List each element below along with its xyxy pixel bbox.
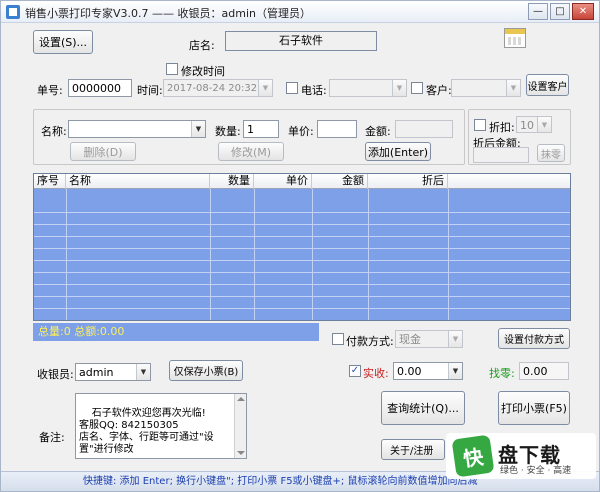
close-button[interactable]: ✕ xyxy=(572,3,594,20)
paid-label: 实收: xyxy=(363,367,389,380)
paid-checkbox[interactable]: ✓ xyxy=(349,365,361,377)
pay-method-select: 现金 ▼ xyxy=(395,330,463,348)
item-name-combo[interactable]: ▼ xyxy=(68,120,206,138)
table-row[interactable] xyxy=(34,297,570,309)
item-name-label: 名称: xyxy=(41,125,67,138)
window-title: 销售小票打印专家V3.0.7 —— 收银员：admin（管理员） xyxy=(25,7,311,20)
pay-method-label: 付款方式: xyxy=(346,335,394,348)
set-pay-method-button[interactable]: 设置付款方式 xyxy=(498,328,570,349)
modify-time-checkbox[interactable] xyxy=(166,63,178,75)
about-register-button[interactable]: 关于/注册 xyxy=(381,439,445,460)
paid-input[interactable]: 0.00 ▼ xyxy=(393,362,463,380)
qty-input[interactable]: 1 xyxy=(243,120,279,138)
watermark-subtitle: 绿色 · 安全 · 高速 xyxy=(500,466,572,476)
modify-button[interactable]: 修改(M) xyxy=(218,142,284,161)
time-label: 时间: xyxy=(137,84,163,97)
pay-method-checkbox[interactable] xyxy=(332,333,344,345)
customer-select: ▼ xyxy=(451,79,521,97)
items-table[interactable]: 序号 名称 数量 单价 金额 折后 xyxy=(33,173,571,321)
column-header-name[interactable]: 名称 xyxy=(66,174,210,189)
minimize-button[interactable]: — xyxy=(528,3,548,20)
chevron-down-icon: ▼ xyxy=(191,121,205,137)
discount-checkbox[interactable] xyxy=(474,119,486,131)
table-row[interactable] xyxy=(34,201,570,213)
save-only-button[interactable]: 仅保存小票(B) xyxy=(169,360,243,381)
table-row[interactable] xyxy=(34,285,570,297)
notes-label: 备注: xyxy=(39,431,65,444)
column-header-amount[interactable]: 金额 xyxy=(312,174,368,189)
column-header-price[interactable]: 单价 xyxy=(254,174,312,189)
table-row[interactable] xyxy=(34,273,570,285)
table-row[interactable] xyxy=(34,249,570,261)
phone-checkbox[interactable] xyxy=(286,82,298,94)
chevron-down-icon: ▼ xyxy=(448,331,462,347)
price-label: 单价: xyxy=(288,125,314,138)
table-row[interactable] xyxy=(34,261,570,273)
watermark: 快 盘下载 绿色 · 安全 · 高速 xyxy=(446,433,596,479)
cashier-select[interactable]: admin ▼ xyxy=(75,363,151,381)
price-input[interactable] xyxy=(317,120,357,138)
column-header-discounted[interactable]: 折后 xyxy=(368,174,448,189)
scrollbar[interactable] xyxy=(234,394,246,458)
table-row[interactable] xyxy=(34,213,570,225)
shop-name-label: 店名: xyxy=(189,39,215,52)
paid-value: 0.00 xyxy=(397,365,422,378)
phone-label: 电话: xyxy=(301,84,327,97)
qty-label: 数量: xyxy=(215,125,241,138)
query-stats-button[interactable]: 查询统计(Q)... xyxy=(381,391,465,425)
title-bar: 销售小票打印专家V3.0.7 —— 收银员：admin（管理员） — □ ✕ xyxy=(1,1,599,23)
modify-time-label: 修改时间 xyxy=(181,65,225,78)
table-row[interactable] xyxy=(34,237,570,249)
cashier-label: 收银员: xyxy=(37,368,74,381)
table-row[interactable] xyxy=(34,225,570,237)
discount-label: 折扣: xyxy=(489,121,515,134)
chevron-down-icon: ▼ xyxy=(506,80,520,96)
chevron-down-icon: ▼ xyxy=(258,80,272,96)
cashier-value: admin xyxy=(79,366,114,379)
table-row[interactable] xyxy=(34,309,570,320)
pay-method-value: 现金 xyxy=(399,333,421,346)
chevron-down-icon: ▼ xyxy=(136,364,150,380)
delete-button[interactable]: 删除(D) xyxy=(70,142,136,161)
discount-value: 10 xyxy=(520,119,534,132)
round-off-button[interactable]: 抹零 xyxy=(537,144,565,162)
chevron-down-icon: ▼ xyxy=(448,363,462,379)
notes-text: 石子软件欢迎您再次光临! 客服QQ: 842150305 店名、字体、行距等可通… xyxy=(79,408,214,455)
totals-summary: 总量:0 总额:0.00 xyxy=(33,323,319,341)
order-no-label: 单号: xyxy=(37,84,63,97)
set-customer-button[interactable]: 设置客户 xyxy=(526,74,569,96)
column-header-index[interactable]: 序号 xyxy=(34,174,66,189)
time-picker: 2017-08-24 20:32:55 ▼ xyxy=(163,79,273,97)
amount-label: 金额: xyxy=(365,125,391,138)
calendar-icon[interactable] xyxy=(504,28,526,48)
change-field: 0.00 xyxy=(519,362,569,380)
table-header: 序号 名称 数量 单价 金额 折后 xyxy=(34,174,570,189)
chevron-down-icon: ▼ xyxy=(537,117,551,132)
maximize-button[interactable]: □ xyxy=(550,3,570,20)
change-label: 找零: xyxy=(489,367,515,380)
customer-checkbox[interactable] xyxy=(411,82,423,94)
app-window: 销售小票打印专家V3.0.7 —— 收银员：admin（管理员） — □ ✕ 设… xyxy=(0,0,600,492)
phone-select: ▼ xyxy=(329,79,407,97)
settings-button[interactable]: 设置(S)... xyxy=(33,30,93,54)
add-button[interactable]: 添加(Enter) xyxy=(365,142,431,161)
print-receipt-button[interactable]: 打印小票(F5) xyxy=(498,391,570,425)
after-discount-field xyxy=(473,147,529,163)
app-icon xyxy=(6,5,20,19)
amount-field xyxy=(395,120,453,138)
chevron-down-icon: ▼ xyxy=(392,80,406,96)
column-header-qty[interactable]: 数量 xyxy=(210,174,254,189)
shop-name-field: 石子软件 xyxy=(225,31,377,51)
order-no-input[interactable]: 0000000 xyxy=(68,79,132,97)
watermark-logo-icon: 快 xyxy=(451,434,495,478)
notes-textarea[interactable]: 石子软件欢迎您再次光临! 客服QQ: 842150305 店名、字体、行距等可通… xyxy=(75,393,247,459)
discount-select: 10 ▼ xyxy=(516,116,552,133)
customer-label: 客户: xyxy=(426,84,452,97)
